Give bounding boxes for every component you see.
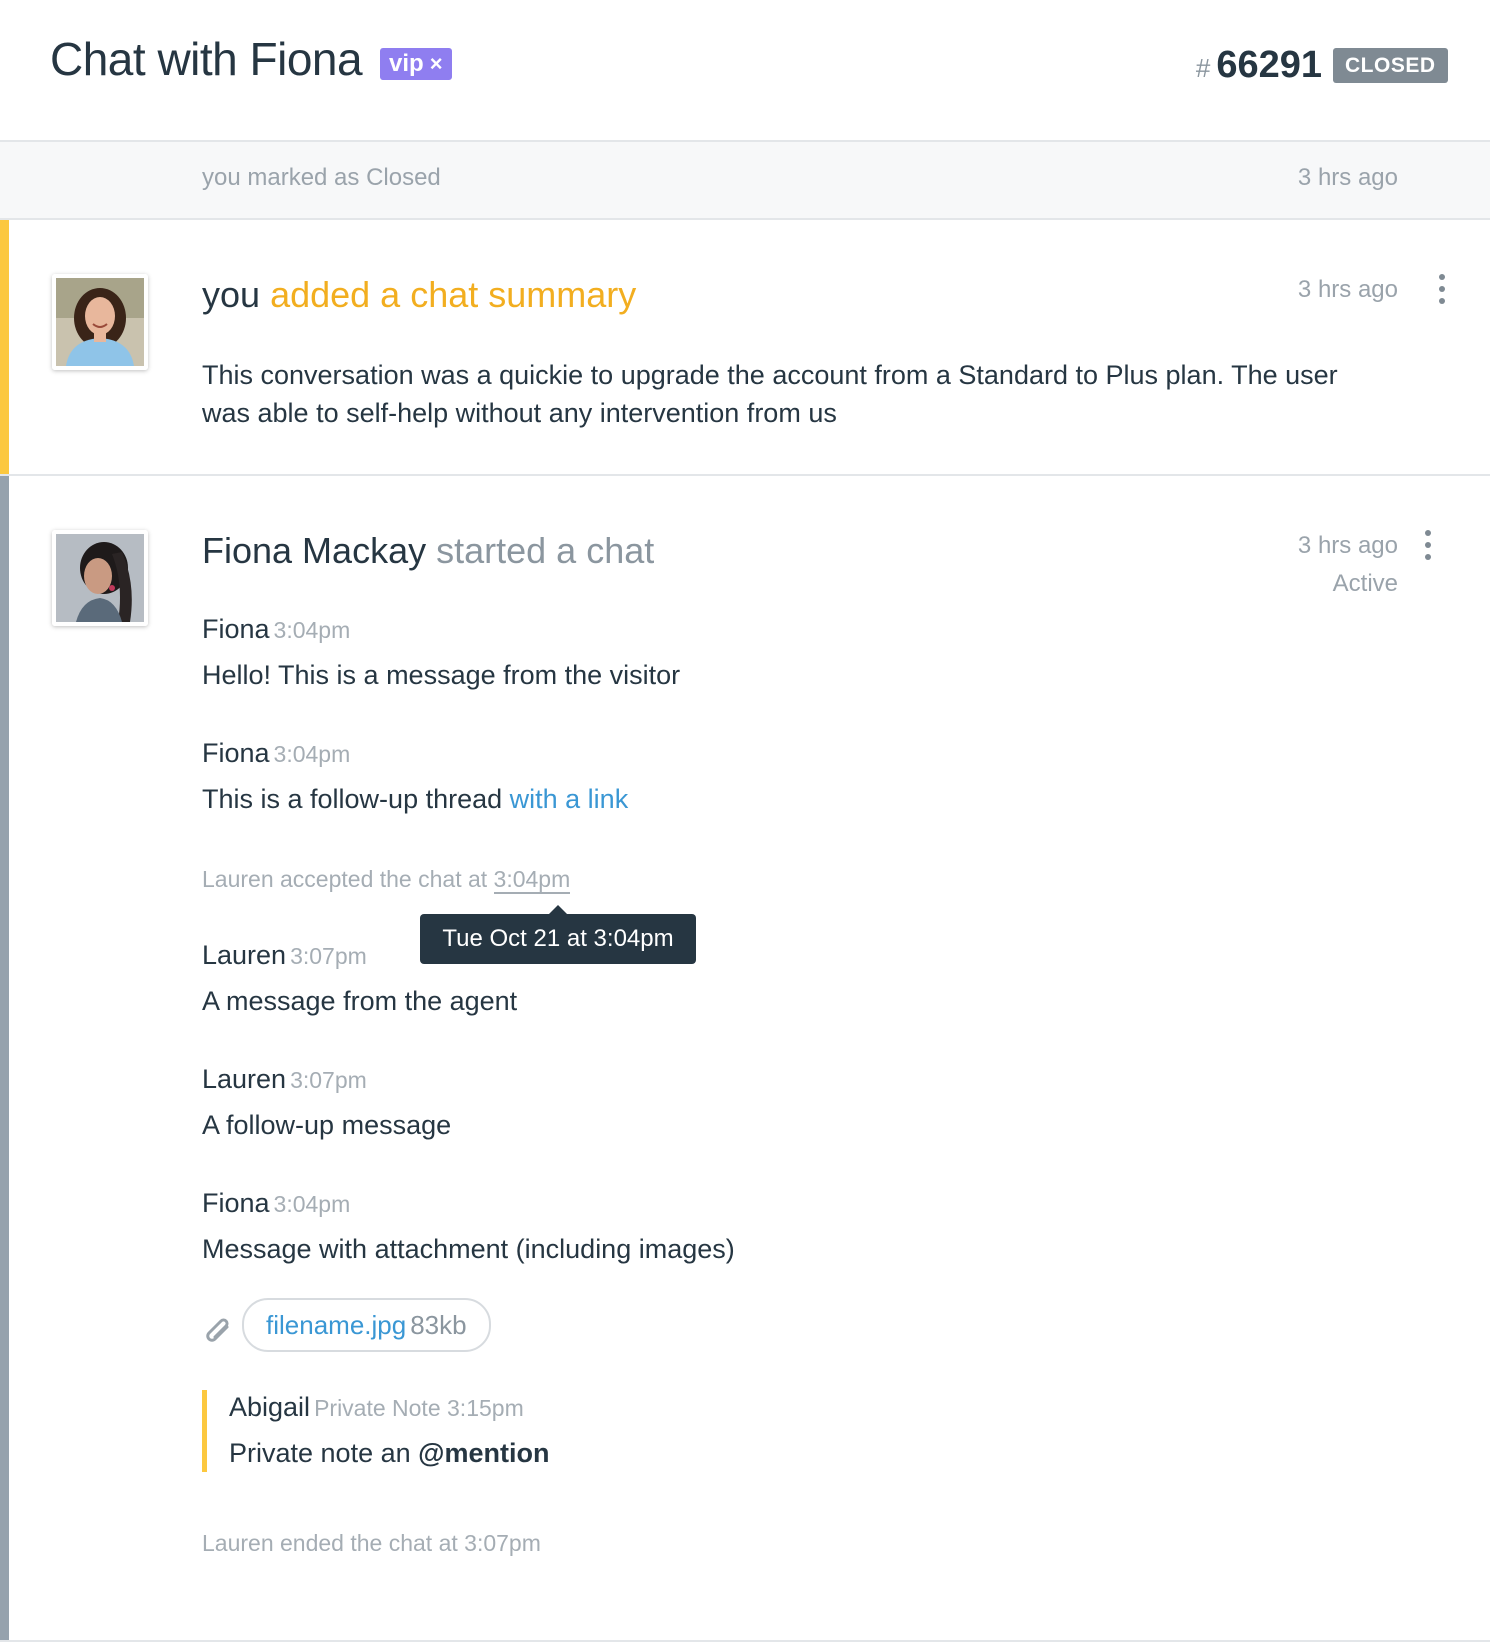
author-name: Fiona — [202, 1188, 270, 1218]
attachment-pill[interactable]: filename.jpg 83kb — [242, 1298, 491, 1352]
summary-heading: you added a chat summary — [202, 274, 636, 316]
more-options-icon[interactable] — [1418, 528, 1438, 562]
author-name: Lauren — [202, 940, 287, 970]
hash-icon: # — [1195, 53, 1211, 83]
message-text: Hello! This is a message from the visito… — [202, 660, 681, 690]
summary-card: you added a chat summary 3 hrs ago This … — [0, 220, 1490, 476]
chat-state: Active — [1332, 570, 1398, 597]
summary-actor: you — [202, 274, 261, 315]
note-author: Abigail Private Note 3:15pm — [229, 1392, 524, 1423]
message-text: Message with attachment (including image… — [202, 1234, 735, 1264]
author-name: Fiona — [202, 614, 270, 644]
accepted-text: Lauren accepted the chat at — [202, 866, 494, 892]
summary-accent-bar — [0, 220, 9, 474]
message-text: A message from the agent — [202, 986, 518, 1016]
status-event-text: you marked as Closed — [202, 164, 441, 191]
private-note: Abigail Private Note 3:15pm Private note … — [202, 1390, 807, 1472]
tag-label: vip — [389, 50, 424, 77]
chat-accent-bar — [0, 476, 9, 1642]
message-author: Lauren 3:07pm — [202, 940, 367, 971]
note-meta: Private Note 3:15pm — [314, 1395, 524, 1421]
message-author: Fiona 3:04pm — [202, 1188, 350, 1219]
accepted-event: Lauren accepted the chat at 3:04pm — [202, 866, 571, 894]
accepted-time[interactable]: 3:04pm — [493, 866, 571, 894]
chat-heading: Fiona Mackay started a chat — [202, 530, 654, 572]
message-text: A follow-up message — [202, 1110, 452, 1140]
message-time: 3:04pm — [273, 741, 351, 767]
ticket-number: 66291 — [1216, 44, 1322, 86]
message-link[interactable]: with a link — [510, 784, 629, 814]
attachment-size: 83kb — [410, 1310, 467, 1340]
ticket-id: # 66291 — [1196, 44, 1322, 87]
author-name: Fiona — [202, 738, 270, 768]
message-body: This is a follow-up thread — [202, 784, 510, 814]
visitor-avatar-image — [56, 534, 144, 622]
message-author: Fiona 3:04pm — [202, 738, 350, 769]
note-body: Private note an — [229, 1438, 419, 1468]
chat-header: Chat with Fiona vip × # 66291 CLOSED — [0, 0, 1490, 142]
chat-actor: Fiona Mackay — [202, 530, 427, 571]
avatar — [52, 274, 148, 370]
chat-card: Fiona Mackay started a chat 3 hrs ago Ac… — [0, 476, 1490, 1642]
avatar — [52, 530, 148, 626]
vip-tag: vip × — [380, 48, 452, 80]
attachment-name[interactable]: filename.jpg — [266, 1310, 406, 1340]
summary-time: 3 hrs ago — [1297, 276, 1398, 303]
agent-avatar-image — [56, 278, 144, 366]
note-text: Private note an @mention — [229, 1438, 549, 1469]
author-name: Lauren — [202, 1064, 287, 1094]
note-mention[interactable]: @mention — [418, 1438, 549, 1468]
paperclip-icon — [206, 1318, 229, 1342]
page-title: Chat with Fiona — [50, 33, 363, 85]
summary-action: added a chat summary — [270, 274, 637, 315]
more-options-icon[interactable] — [1432, 272, 1452, 306]
author-name: Abigail — [229, 1392, 311, 1422]
message-author: Lauren 3:07pm — [202, 1064, 367, 1095]
chat-action: started a chat — [436, 530, 655, 571]
summary-body: This conversation was a quickie to upgra… — [202, 360, 1338, 428]
status-event-time: 3 hrs ago — [1297, 164, 1398, 191]
status-event-row: you marked as Closed 3 hrs ago — [0, 142, 1490, 220]
chat-time: 3 hrs ago — [1297, 532, 1398, 559]
remove-tag-icon[interactable]: × — [430, 51, 443, 76]
message-text: This is a follow-up thread with a link — [202, 784, 628, 815]
status-badge: CLOSED — [1333, 48, 1448, 83]
timestamp-tooltip: Tue Oct 21 at 3:04pm — [420, 905, 696, 964]
message-time: 3:07pm — [290, 943, 367, 969]
message-time: 3:04pm — [273, 617, 351, 643]
message-time: 3:07pm — [290, 1067, 367, 1093]
message-author: Fiona 3:04pm — [202, 614, 350, 645]
message-time: 3:04pm — [273, 1191, 351, 1217]
ended-event: Lauren ended the chat at 3:07pm — [202, 1530, 541, 1556]
